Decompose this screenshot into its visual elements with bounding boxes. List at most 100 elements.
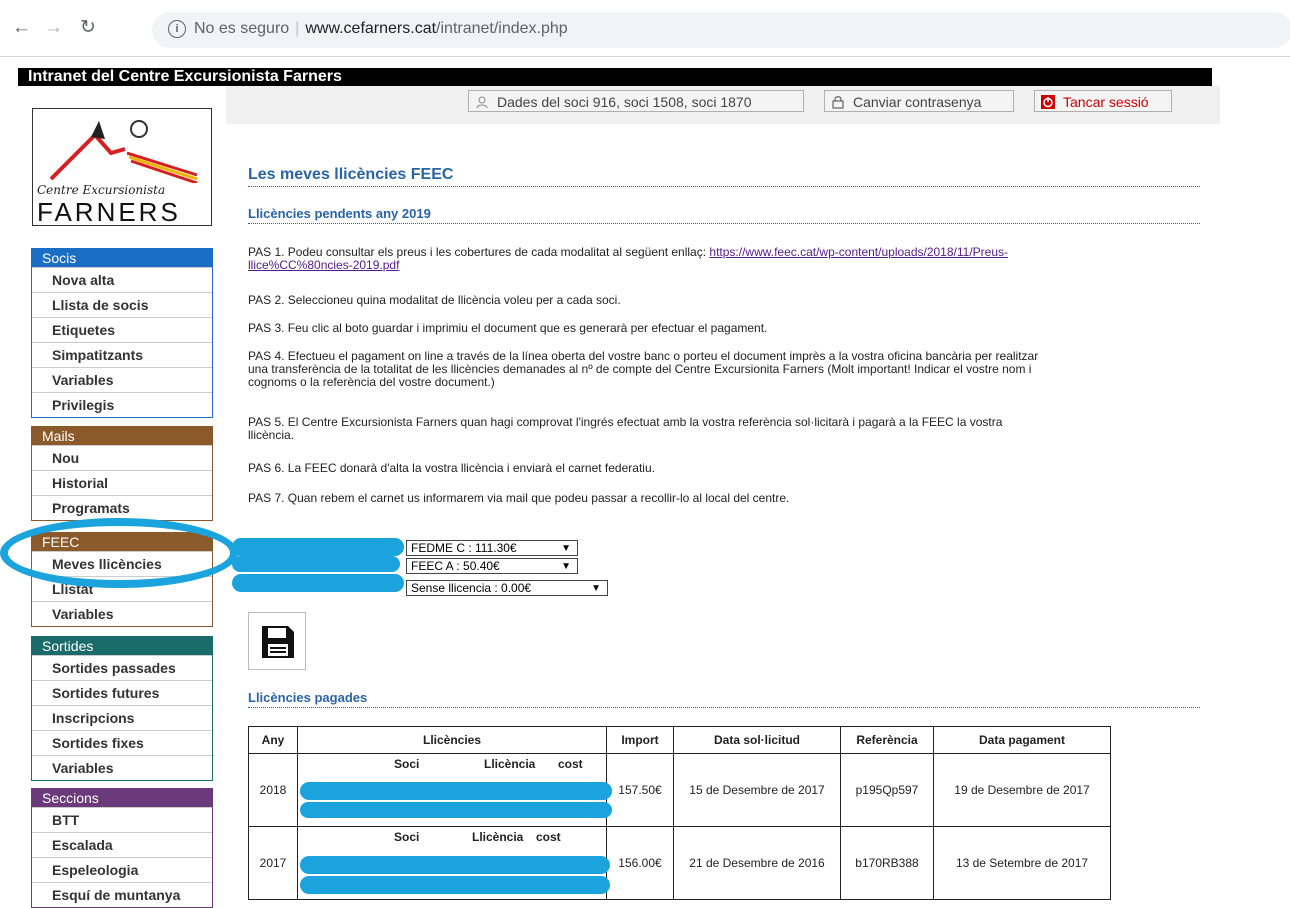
- licence-select-3[interactable]: Sense llicencia : 0.00€ ▼: [406, 580, 608, 596]
- licence-select-2[interactable]: FEEC A : 50.40€ ▼: [406, 558, 578, 574]
- sidebar-sortides-title: Sortides: [32, 637, 212, 655]
- step-7: PAS 7. Quan rebem el carnet us informare…: [248, 491, 790, 505]
- sidebar-item-sortides-fixes[interactable]: Sortides fixes: [32, 730, 212, 755]
- cell-request-date: 15 de Desembre de 2017: [673, 753, 841, 827]
- sidebar-item-variables-sortides[interactable]: Variables: [32, 755, 212, 780]
- table-header-row: Any Llicències Import Data sol·licitud R…: [248, 726, 1111, 754]
- sidebar-sortides: Sortides Sortides passades Sortides futu…: [31, 636, 213, 781]
- sidebar-item-variables-socis[interactable]: Variables: [32, 367, 212, 392]
- sidebar-socis-title: Socis: [32, 249, 212, 267]
- sidebar-item-historial[interactable]: Historial: [32, 470, 212, 495]
- highlight-ring: [0, 518, 238, 588]
- user-toolbar: Dades del soci 916, soci 1508, soci 1870…: [226, 86, 1220, 124]
- sidebar-item-espeleologia[interactable]: Espeleologia: [32, 857, 212, 882]
- step-3: PAS 3. Feu clic al boto guardar i imprim…: [248, 321, 768, 335]
- licences-subheader: Soci Llicència cost: [304, 827, 600, 847]
- step-5: PAS 5. El Centre Excursionista Farners q…: [248, 415, 1003, 442]
- header-data-pagament: Data pagament: [933, 726, 1111, 754]
- logo-text-line2: FARNERS: [37, 197, 181, 227]
- sidebar-item-esqui-muntanya[interactable]: Esquí de muntanya: [32, 882, 212, 907]
- step-1: PAS 1. Podeu consultar els preus i les c…: [248, 246, 1200, 272]
- licence-select-1[interactable]: FEDME C : 111.30€ ▼: [406, 540, 578, 556]
- change-password-label: Canviar contrasenya: [853, 94, 982, 110]
- redaction-mark: [300, 856, 610, 874]
- save-icon: [262, 626, 294, 658]
- cell-year: 2018: [248, 753, 298, 827]
- paid-section-title: Llicències pagades: [248, 690, 1200, 708]
- redaction-mark: [232, 574, 404, 592]
- info-icon[interactable]: i: [168, 20, 186, 38]
- sidebar-item-nou[interactable]: Nou: [32, 445, 212, 470]
- address-bar[interactable]: i No es seguro | www.cefarners.cat/intrane…: [152, 12, 1290, 48]
- power-icon: [1041, 95, 1055, 109]
- step-6: PAS 6. La FEEC donarà d'alta la vostra l…: [248, 461, 655, 475]
- cell-reference: p195Qp597: [840, 753, 934, 827]
- sidebar-item-nova-alta[interactable]: Nova alta: [32, 267, 212, 292]
- mountain-logo-icon: [49, 120, 198, 183]
- sidebar-item-escalada[interactable]: Escalada: [32, 832, 212, 857]
- user-icon: [476, 96, 488, 109]
- sidebar-socis: Socis Nova alta Llista de socis Etiquete…: [31, 248, 213, 418]
- member-data-label: Dades del soci 916, soci 1508, soci 1870: [497, 94, 752, 110]
- header-llicencies: Llicències: [297, 726, 607, 754]
- header-any: Any: [248, 726, 298, 754]
- cell-year: 2017: [248, 826, 298, 900]
- sidebar-item-sortides-passades[interactable]: Sortides passades: [32, 655, 212, 680]
- sidebar-item-programats[interactable]: Programats: [32, 495, 212, 520]
- logout-label: Tancar sessió: [1063, 94, 1149, 110]
- security-label: No es seguro: [194, 20, 290, 37]
- redaction-mark: [232, 538, 404, 556]
- step-4: PAS 4. Efectueu el pagament on line a tr…: [248, 349, 1039, 389]
- redaction-mark: [300, 782, 612, 800]
- sidebar-item-sortides-futures[interactable]: Sortides futures: [32, 680, 212, 705]
- subheader-cost: cost: [536, 830, 561, 844]
- app-title-bar: Intranet del Centre Excursionista Farner…: [18, 68, 1212, 86]
- sidebar-mails: Mails Nou Historial Programats: [31, 426, 213, 521]
- cell-request-date: 21 de Desembre de 2016: [673, 826, 841, 900]
- cell-amount: 157.50€: [606, 753, 674, 827]
- cell-payment-date: 13 de Setembre de 2017: [933, 826, 1111, 900]
- cell-reference: b170RB388: [840, 826, 934, 900]
- subheader-soci: Soci: [394, 757, 420, 771]
- change-password-button[interactable]: Canviar contrasenya: [824, 90, 1014, 112]
- url-host: www.cefarners.cat: [305, 20, 437, 37]
- header-referencia: Referència: [840, 726, 934, 754]
- back-icon[interactable]: ←: [12, 18, 31, 38]
- header-data-sollicitud: Data sol·licitud: [673, 726, 841, 754]
- page-title: Les meves llicències FEEC: [248, 166, 1200, 187]
- subheader-soci: Soci: [394, 830, 420, 844]
- save-button[interactable]: [248, 612, 306, 670]
- redaction-mark: [300, 876, 610, 894]
- sidebar-item-llista-socis[interactable]: Llista de socis: [32, 292, 212, 317]
- member-data-button[interactable]: Dades del soci 916, soci 1508, soci 1870: [468, 90, 804, 112]
- sidebar-seccions-title: Seccions: [32, 789, 212, 807]
- app-title: Intranet del Centre Excursionista Farner…: [28, 68, 342, 85]
- subheader-llicencia: Llicència: [484, 757, 536, 771]
- sidebar-item-privilegis[interactable]: Privilegis: [32, 392, 212, 417]
- subheader-llicencia: Llicència: [472, 830, 524, 844]
- logout-button[interactable]: Tancar sessió: [1034, 90, 1172, 112]
- step-2: PAS 2. Seleccioneu quina modalitat de ll…: [248, 293, 621, 307]
- reload-icon[interactable]: ↻: [80, 18, 96, 38]
- sidebar-item-etiquetes[interactable]: Etiquetes: [32, 317, 212, 342]
- licences-subheader: Soci Llicència cost: [304, 754, 600, 774]
- sidebar-item-variables-feec[interactable]: Variables: [32, 601, 212, 626]
- cell-amount: 156.00€: [606, 826, 674, 900]
- header-import: Import: [606, 726, 674, 754]
- sidebar-seccions: Seccions BTT Escalada Espeleologia Esquí…: [31, 788, 213, 908]
- club-logo: Centre Excursionista FARNERS: [32, 108, 212, 227]
- lock-icon: [832, 96, 844, 109]
- sidebar-item-btt[interactable]: BTT: [32, 807, 212, 832]
- sidebar-item-simpatitzants[interactable]: Simpatitzants: [32, 342, 212, 367]
- sidebar-mails-title: Mails: [32, 427, 212, 445]
- step-1-text: PAS 1. Podeu consultar els preus i les c…: [248, 245, 707, 259]
- forward-icon[interactable]: →: [44, 18, 63, 38]
- redaction-mark: [300, 802, 612, 818]
- sidebar-item-inscripcions[interactable]: Inscripcions: [32, 705, 212, 730]
- pending-section-title: Llicències pendents any 2019: [248, 206, 1200, 224]
- subheader-cost: cost: [558, 757, 583, 771]
- redaction-mark: [232, 556, 400, 572]
- url-path: /intranet/index.php: [436, 20, 568, 37]
- logo-text-line1: Centre Excursionista: [37, 183, 166, 197]
- cell-payment-date: 19 de Desembre de 2017: [933, 753, 1111, 827]
